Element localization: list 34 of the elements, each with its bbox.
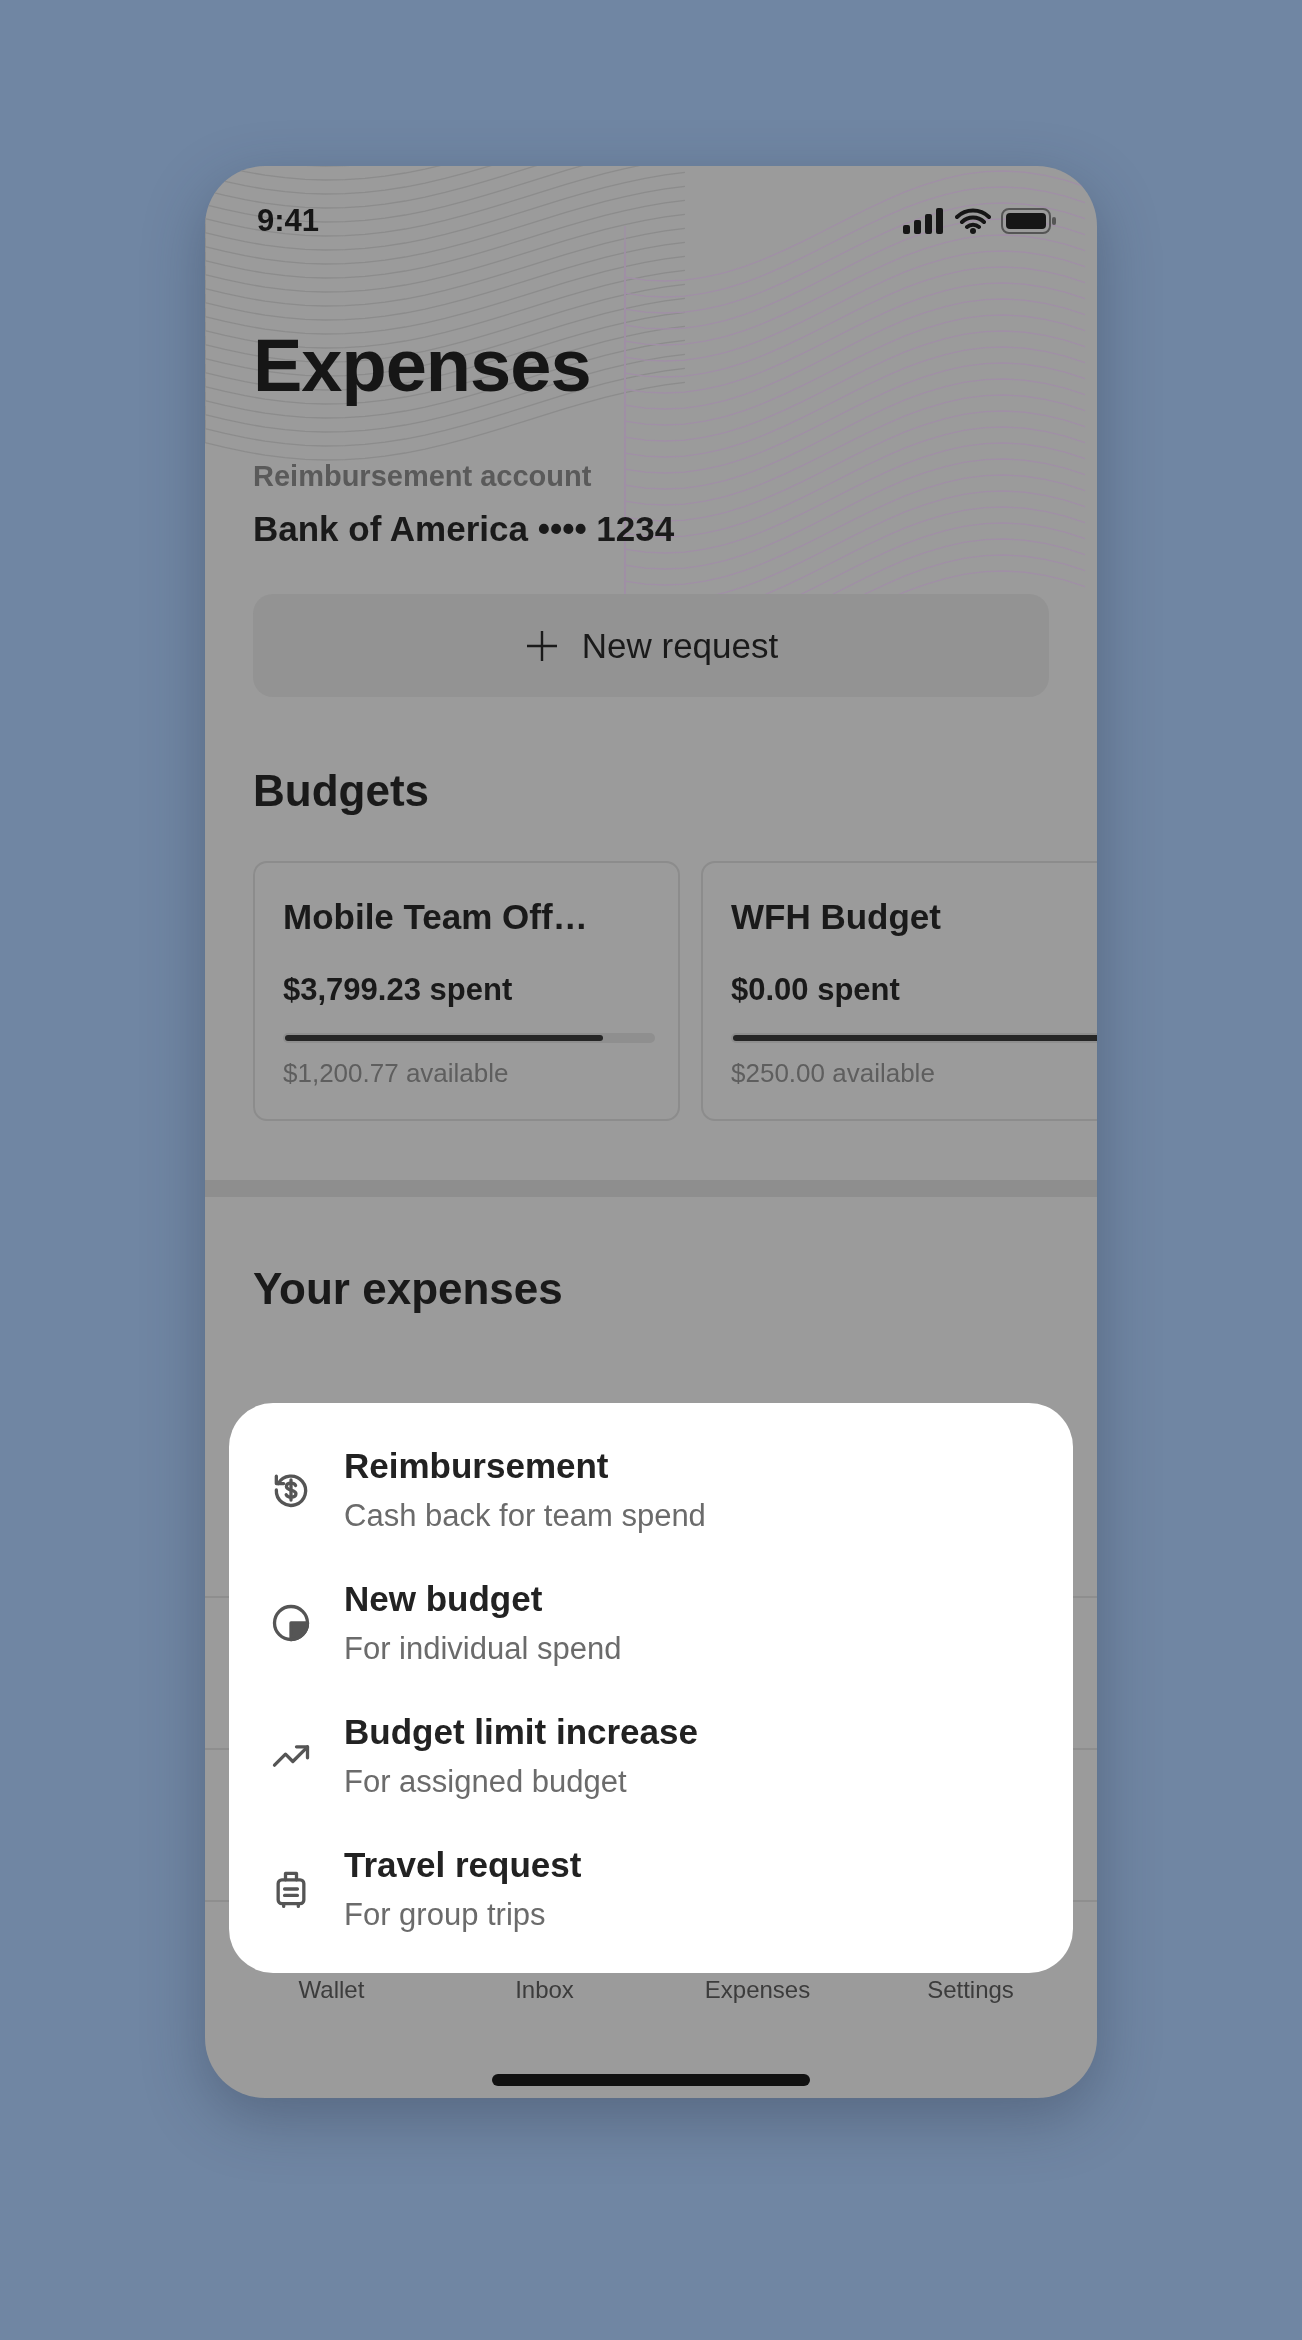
- option-title: Budget limit increase: [344, 1711, 698, 1753]
- section-title: Your expenses: [253, 1263, 564, 1315]
- tab-label[interactable]: Settings: [880, 1975, 1061, 2005]
- option-title: Travel request: [344, 1844, 582, 1886]
- option-title: Reimbursement: [344, 1445, 610, 1487]
- section-title: Budgets: [253, 765, 430, 817]
- status-time: 9:41: [257, 203, 320, 239]
- budget-spent: $0.00 spent: [731, 971, 901, 1009]
- budget-available: $250.00 available: [731, 1057, 936, 1090]
- account-value: Bank of America •••• 1234: [253, 508, 676, 550]
- budget-available: $1,200.77 available: [283, 1057, 510, 1090]
- budget-card[interactable]: WFH Budget $0.00 spent $250.00 available: [701, 861, 1097, 1121]
- account-label: Reimbursement account: [253, 459, 593, 494]
- page-title: Expenses: [253, 323, 592, 409]
- tab-label[interactable]: Wallet: [241, 1975, 422, 2005]
- budget-spent: $3,799.23 spent: [283, 971, 514, 1009]
- option-subtitle: For assigned budget: [344, 1763, 628, 1801]
- option-title: New budget: [344, 1578, 544, 1620]
- tab-label[interactable]: Expenses: [667, 1975, 848, 2005]
- menu-option[interactable]: Reimbursement Cash back for team spend: [269, 1444, 1033, 1536]
- budget-card[interactable]: Mobile Team Off… $3,799.23 spent $1,200.77 available: [253, 861, 680, 1121]
- budget-name: WFH Budget: [731, 896, 942, 938]
- wifi-icon: [955, 208, 991, 234]
- option-subtitle: Cash back for team spend: [344, 1497, 706, 1535]
- budget-name: Mobile Team Off…: [283, 896, 589, 938]
- menu-option[interactable]: Budget limit increase For assigned budget: [269, 1710, 1033, 1802]
- menu-option[interactable]: Travel request For group trips: [269, 1843, 1033, 1935]
- tab-label[interactable]: Inbox: [454, 1975, 635, 2005]
- option-subtitle: For group trips: [344, 1896, 547, 1934]
- new-request-button[interactable]: New request: [253, 594, 1049, 697]
- menu-option[interactable]: New budget For individual spend: [269, 1577, 1033, 1669]
- signal-icon: [903, 208, 945, 234]
- battery-icon: [1001, 208, 1057, 234]
- option-subtitle: For individual spend: [344, 1630, 622, 1668]
